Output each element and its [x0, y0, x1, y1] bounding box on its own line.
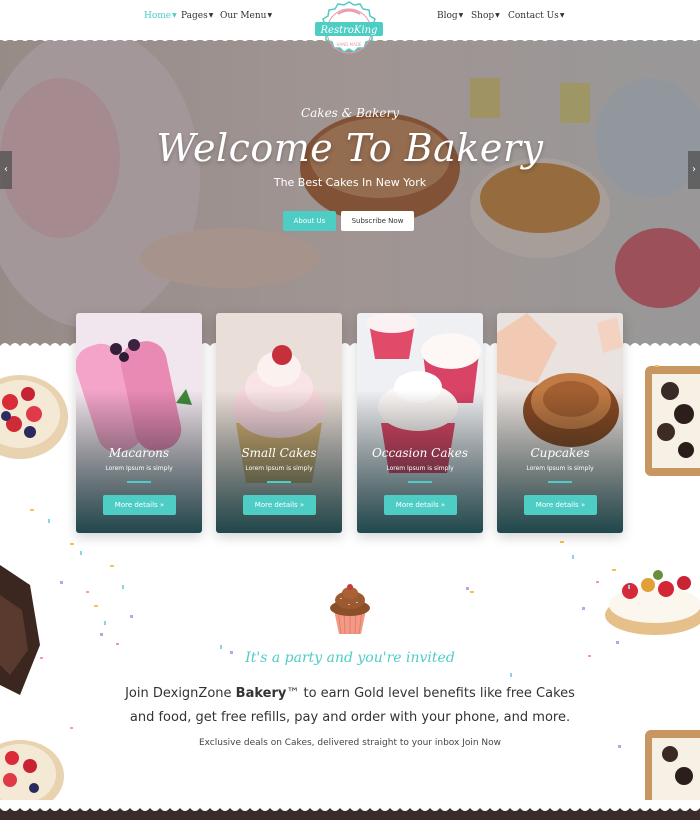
logo-name: RestroKing	[320, 25, 378, 36]
more-details-button[interactable]: More details »	[384, 495, 457, 515]
product-card-cupcakes[interactable]: Cupcakes Lorem Ipsum is simply More deta…	[497, 313, 623, 533]
nav-shop[interactable]: Shop▼	[471, 11, 500, 21]
nav-shop-label: Shop	[471, 11, 495, 21]
nav-pages[interactable]: Pages▼	[181, 11, 213, 21]
more-details-button[interactable]: More details »	[243, 495, 316, 515]
nav-blog[interactable]: Blog▼	[437, 11, 463, 21]
nav-contact-us[interactable]: Contact Us▼	[508, 11, 564, 21]
nav-blog-label: Blog	[437, 11, 458, 21]
cupcake-icon	[330, 584, 370, 635]
caret-down-icon: ▼	[267, 12, 273, 19]
hero-background-image	[0, 38, 700, 348]
product-card-macarons[interactable]: Macarons Lorem Ipsum is simply More deta…	[76, 313, 202, 533]
card-subtitle: Lorem Ipsum is simply	[105, 465, 173, 472]
card-divider	[267, 481, 291, 483]
more-details-button[interactable]: More details »	[103, 495, 176, 515]
about-us-button[interactable]: About Us	[283, 211, 336, 231]
caret-down-icon: ▼	[559, 12, 565, 19]
caret-down-icon: ▼	[458, 12, 464, 19]
hero-banner	[0, 38, 700, 348]
caret-down-icon: ▼	[172, 12, 177, 19]
hero-subtitle: Cakes & Bakery	[300, 106, 400, 120]
chevron-left-icon[interactable]: ‹	[0, 151, 12, 189]
hero-tagline: The Best Cakes In New York	[273, 176, 427, 189]
product-card-occasion-cakes[interactable]: Occasion Cakes Lorem Ipsum is simply Mor…	[357, 313, 483, 533]
chevron-right-icon[interactable]: ›	[688, 151, 700, 189]
nav-contact-us-label: Contact Us	[508, 11, 559, 21]
card-title: Occasion Cakes	[371, 446, 469, 460]
card-divider	[548, 481, 572, 483]
subscribe-now-button[interactable]: Subscribe Now	[341, 211, 414, 231]
hero-title: Welcome To Bakery	[156, 126, 544, 170]
card-title: Macarons	[108, 446, 170, 460]
card-subtitle: Lorem Ipsum is simply	[526, 465, 594, 472]
card-divider	[127, 481, 151, 483]
card-title: Small Cakes	[241, 446, 317, 460]
caret-down-icon: ▼	[495, 12, 500, 19]
nav-home-label: Home	[144, 11, 172, 21]
nav-our-menu[interactable]: Our Menu▼	[220, 11, 272, 21]
logo-tagline: HAND MADE	[337, 42, 362, 47]
card-subtitle: Lorem Ipsum is simply	[386, 465, 454, 472]
card-divider	[408, 481, 432, 483]
card-title: Cupcakes	[530, 446, 590, 460]
product-card-small-cakes[interactable]: Small Cakes Lorem Ipsum is simply More d…	[216, 313, 342, 533]
scallop-divider-bottom	[0, 800, 700, 820]
nav-pages-label: Pages	[181, 11, 208, 21]
nav-home[interactable]: Home▼	[144, 11, 177, 21]
caret-down-icon: ▼	[208, 12, 214, 19]
restroking-logo[interactable]: RestroKing HAND MADE	[310, 0, 388, 62]
nav-our-menu-label: Our Menu	[220, 11, 267, 21]
more-details-button[interactable]: More details »	[524, 495, 597, 515]
card-subtitle: Lorem Ipsum is simply	[245, 465, 313, 472]
